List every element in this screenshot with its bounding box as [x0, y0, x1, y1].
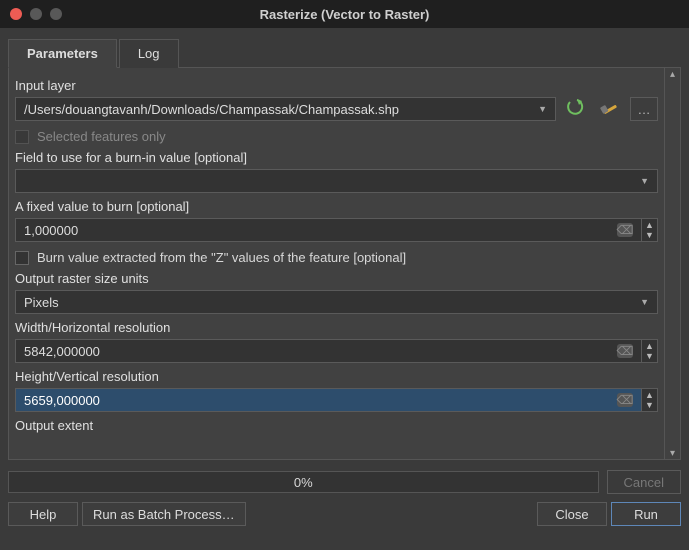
width-spinner[interactable]: ▲▼ — [642, 339, 658, 363]
button-row: Help Run as Batch Process… Close Run — [8, 502, 681, 526]
extent-label: Output extent — [15, 418, 658, 433]
input-layer-select[interactable]: /Users/douangtavanh/Downloads/Champassak… — [15, 97, 556, 121]
more-icon: … — [638, 102, 651, 117]
size-units-value: Pixels — [24, 295, 59, 310]
dialog-body: Parameters Log Input layer /Users/douang… — [0, 28, 689, 550]
fixed-value-input[interactable]: 1,000000 ⌫ — [15, 218, 642, 242]
panel-scrollbar[interactable]: ▴ ▾ — [664, 68, 680, 459]
selected-features-checkbox — [15, 130, 29, 144]
burn-z-label: Burn value extracted from the "Z" values… — [37, 250, 406, 265]
browse-button[interactable]: … — [630, 97, 658, 121]
burn-field-select[interactable]: ▼ — [15, 169, 658, 193]
size-units-label: Output raster size units — [15, 271, 658, 286]
height-text: 5659,000000 — [24, 393, 611, 408]
chevron-down-icon: ▼ — [640, 176, 649, 186]
height-spinner[interactable]: ▲▼ — [642, 388, 658, 412]
selected-features-label: Selected features only — [37, 129, 166, 144]
chevron-down-icon: ▼ — [538, 104, 547, 114]
fixed-value-label: A fixed value to burn [optional] — [15, 199, 658, 214]
run-button[interactable]: Run — [611, 502, 681, 526]
tab-bar: Parameters Log — [8, 38, 681, 68]
help-button[interactable]: Help — [8, 502, 78, 526]
progress-bar: 0% — [8, 471, 599, 493]
cancel-button: Cancel — [607, 470, 681, 494]
size-units-select[interactable]: Pixels ▼ — [15, 290, 658, 314]
dialog-title: Rasterize (Vector to Raster) — [0, 7, 689, 22]
parameters-panel-wrap: Input layer /Users/douangtavanh/Download… — [8, 68, 681, 460]
close-button[interactable]: Close — [537, 502, 607, 526]
input-layer-value: /Users/douangtavanh/Downloads/Champassak… — [24, 102, 399, 117]
height-label: Height/Vertical resolution — [15, 369, 658, 384]
clear-icon[interactable]: ⌫ — [617, 223, 633, 237]
settings-button[interactable] — [596, 97, 624, 121]
width-text: 5842,000000 — [24, 344, 611, 359]
width-label: Width/Horizontal resolution — [15, 320, 658, 335]
fixed-value-field-wrap: 1,000000 ⌫ ▲▼ — [15, 218, 658, 242]
fixed-value-spinner[interactable]: ▲▼ — [642, 218, 658, 242]
fixed-value-text: 1,000000 — [24, 223, 611, 238]
clear-icon[interactable]: ⌫ — [617, 393, 633, 407]
height-input[interactable]: 5659,000000 ⌫ — [15, 388, 642, 412]
burn-field-label: Field to use for a burn-in value [option… — [15, 150, 658, 165]
progress-row: 0% Cancel — [8, 470, 681, 494]
input-layer-label: Input layer — [15, 78, 658, 93]
clear-icon[interactable]: ⌫ — [617, 344, 633, 358]
batch-button[interactable]: Run as Batch Process… — [82, 502, 246, 526]
titlebar: Rasterize (Vector to Raster) — [0, 0, 689, 28]
width-input[interactable]: 5842,000000 ⌫ — [15, 339, 642, 363]
scroll-down-icon[interactable]: ▾ — [667, 447, 679, 459]
width-field-wrap: 5842,000000 ⌫ ▲▼ — [15, 339, 658, 363]
parameters-panel: Input layer /Users/douangtavanh/Download… — [9, 68, 664, 459]
reload-button[interactable] — [562, 97, 590, 121]
tab-log[interactable]: Log — [119, 39, 179, 68]
chevron-down-icon: ▼ — [640, 297, 649, 307]
burn-z-checkbox[interactable] — [15, 251, 29, 265]
tab-parameters[interactable]: Parameters — [8, 39, 117, 68]
height-field-wrap: 5659,000000 ⌫ ▲▼ — [15, 388, 658, 412]
scroll-up-icon[interactable]: ▴ — [667, 68, 679, 80]
progress-text: 0% — [294, 475, 313, 490]
